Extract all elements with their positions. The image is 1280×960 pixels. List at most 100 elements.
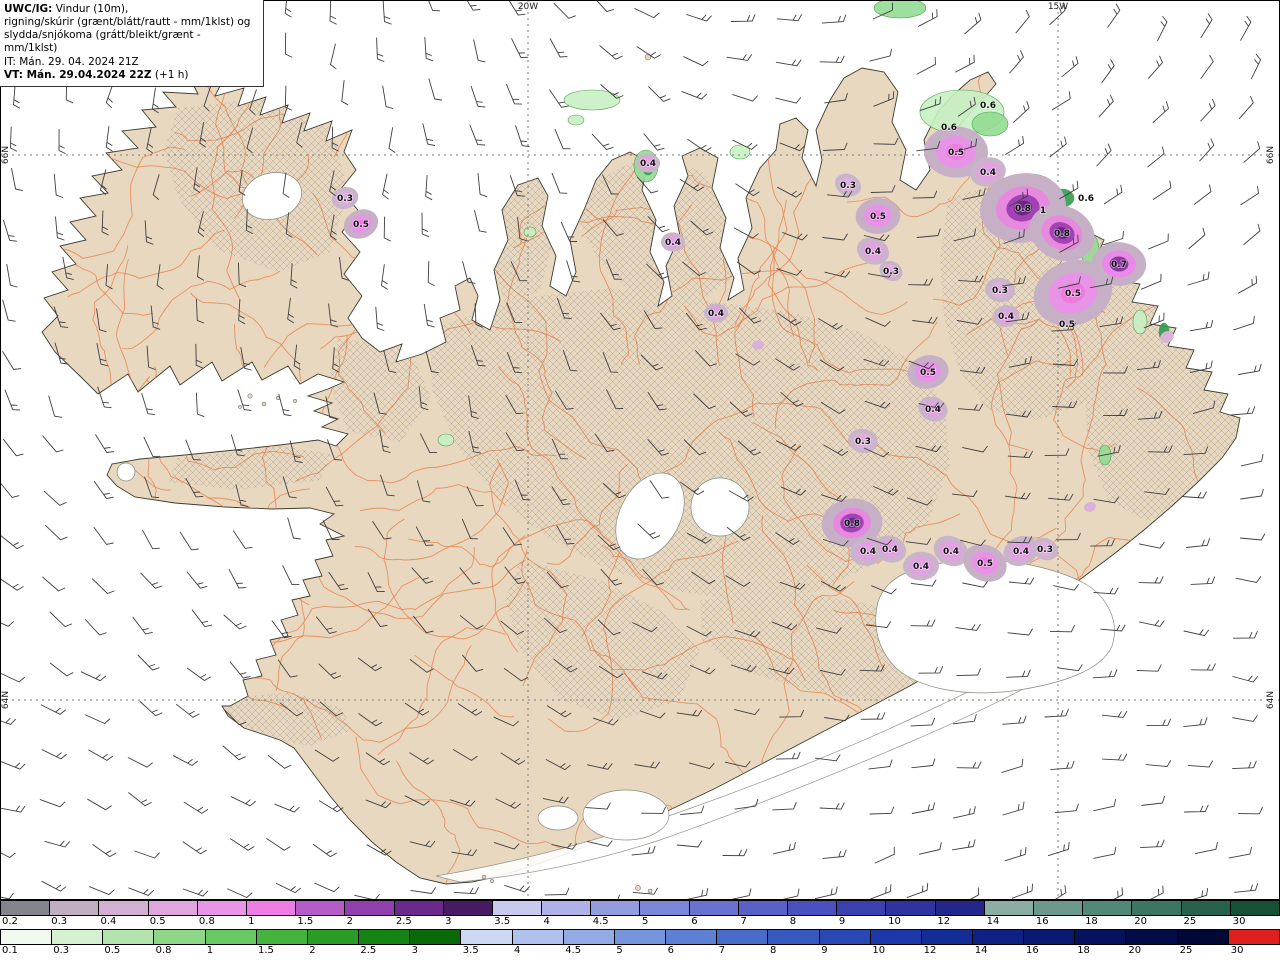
- legend-tick-label: 2.5: [358, 945, 376, 956]
- legend-tick-label: 0.8: [154, 945, 172, 956]
- legend-tick-label: 7: [738, 916, 746, 927]
- valid-time: VT: Mán. 29.04.2024 22Z: [4, 69, 152, 81]
- precip-value-label: 0.8: [844, 519, 860, 529]
- hofsjokull-glacier: [691, 478, 749, 536]
- iceland-map-svg: 20W15W66N66N64N64N 0.30.50.30.50.40.30.5…: [0, 0, 1280, 900]
- legend-tick-label: 18: [1075, 945, 1090, 956]
- legend-tick-label: 18: [1083, 916, 1098, 927]
- legend-tick-label: 9: [837, 916, 845, 927]
- info-line-title: UWC/IG: Vindur (10m),: [4, 3, 256, 16]
- legend-tick-label: 1: [205, 945, 213, 956]
- legend-tick-label: 3.5: [492, 916, 510, 927]
- precip-value-label: 0.4: [882, 545, 898, 555]
- legend-ticks-rain: 0.10.30.50.811.522.533.544.5567891012141…: [0, 945, 1280, 958]
- legend-segment: [205, 930, 256, 944]
- precip-value-label: 0.5: [1059, 320, 1075, 330]
- legend-tick-label: 16: [1034, 916, 1049, 927]
- legend-tick-label: 3: [443, 916, 451, 927]
- legend-segment: [443, 901, 492, 915]
- info-line-valid-time: VT: Mán. 29.04.2024 22Z (+1 h): [4, 69, 256, 82]
- legend-tick-label: 2: [345, 916, 353, 927]
- precip-value-label: 0.3: [883, 267, 899, 277]
- valid-time-offset: (+1 h): [152, 69, 189, 81]
- legend-segment: [0, 901, 49, 915]
- legend-segment: [885, 901, 934, 915]
- legend-segment: [614, 930, 665, 944]
- green-precip-area: [1133, 310, 1147, 334]
- legend-tick-label: 25: [1178, 945, 1193, 956]
- precip-value-label: 0.5: [948, 148, 964, 158]
- parallel-label: 64N: [1, 691, 11, 709]
- legend-segment: [1230, 901, 1279, 915]
- legend-tick-label: 0.8: [197, 916, 215, 927]
- parallel-label: 66N: [1, 146, 11, 164]
- legend-segment: [295, 901, 344, 915]
- myrdalsjokull-glacier: [583, 790, 669, 840]
- legend-segment: [246, 901, 295, 915]
- legend-segment: [102, 930, 153, 944]
- legend-segment: [870, 930, 921, 944]
- legend-tick-label: 2.5: [394, 916, 412, 927]
- green-precip-area: [438, 434, 454, 446]
- legend-segment: [1033, 901, 1082, 915]
- legend-segment: [1228, 930, 1279, 944]
- legend-tick-label: 1.5: [295, 916, 313, 927]
- legend-tick-label: 0.3: [49, 916, 67, 927]
- legend: 0.20.30.40.50.811.522.533.544.5567891012…: [0, 900, 1280, 958]
- legend-segment: [492, 901, 541, 915]
- legend-bar-sleet-snow: [0, 900, 1280, 916]
- legend-segment: [197, 901, 246, 915]
- precip-value-label: 0.5: [977, 559, 993, 569]
- legend-segment: [935, 901, 984, 915]
- precip-value-label: 0.4: [980, 168, 996, 178]
- legend-segment: [51, 930, 102, 944]
- legend-segment: [1131, 901, 1180, 915]
- precip-value-label: 0.8: [1015, 204, 1031, 214]
- precip-value-label: 0.4: [665, 238, 681, 248]
- precip-value-label: 0.6: [1078, 194, 1094, 204]
- legend-tick-label: 16: [1024, 945, 1039, 956]
- legend-segment: [984, 901, 1033, 915]
- green-precip-area: [564, 90, 620, 110]
- legend-tick-label: 0.3: [51, 945, 69, 956]
- legend-tick-label: 8: [768, 945, 776, 956]
- info-line-sleet: slydda/snjókoma (grátt/bleikt/grænt - mm…: [4, 29, 256, 55]
- snaefellsjokull-glacier: [117, 463, 135, 481]
- legend-segment: [921, 930, 972, 944]
- legend-tick-label: 6: [666, 945, 674, 956]
- precip-value-label: 0.4: [860, 547, 876, 557]
- green-precip-area: [568, 115, 584, 125]
- legend-segment: [512, 930, 563, 944]
- precip-value-label: 0.4: [913, 562, 929, 572]
- precip-value-label: 0.4: [708, 309, 724, 319]
- legend-segment: [394, 901, 443, 915]
- legend-segment: [563, 930, 614, 944]
- parallel-label: 64N: [1266, 691, 1276, 709]
- precip-value-label: 0.5: [1065, 289, 1081, 299]
- green-precip-area: [972, 112, 1008, 136]
- legend-segment: [1082, 901, 1131, 915]
- legend-segment: [460, 930, 511, 944]
- legend-segment: [358, 930, 409, 944]
- legend-tick-label: 5: [614, 945, 622, 956]
- precip-value-label: 0.4: [998, 312, 1014, 322]
- legend-tick-label: 0.1: [0, 945, 18, 956]
- legend-tick-label: 4: [512, 945, 520, 956]
- legend-segment: [307, 930, 358, 944]
- legend-segment: [689, 901, 738, 915]
- legend-segment: [256, 930, 307, 944]
- legend-tick-label: 5: [640, 916, 648, 927]
- legend-tick-label: 0.4: [98, 916, 116, 927]
- precip-value-label: 0.8: [1054, 229, 1070, 239]
- legend-segment: [836, 901, 885, 915]
- precip-value-label: 0.4: [943, 547, 959, 557]
- legend-tick-label: 30: [1231, 916, 1246, 927]
- legend-segment: [639, 901, 688, 915]
- legend-segment: [972, 930, 1023, 944]
- parallel-label: 66N: [1266, 146, 1276, 164]
- legend-tick-label: 9: [819, 945, 827, 956]
- precip-value-label: 0.3: [840, 181, 856, 191]
- precip-value-label: 0.4: [865, 247, 881, 257]
- precip-value-label: 0.4: [925, 405, 941, 415]
- legend-segment: [1181, 901, 1230, 915]
